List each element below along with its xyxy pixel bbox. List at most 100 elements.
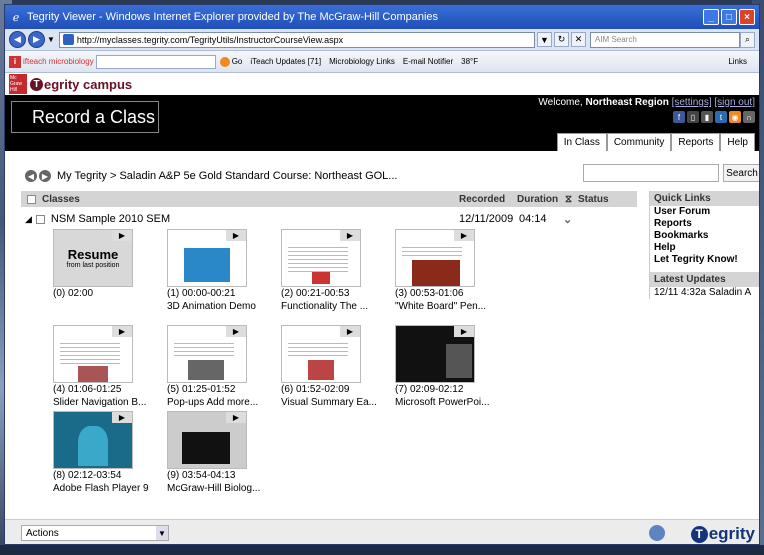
thumbnail[interactable]: ▶ (2) 00:21-00:53 Functionality The ... [281,229,391,313]
back-nav-icon[interactable]: ◀ [25,170,37,182]
search-input[interactable] [583,164,719,182]
thumb-title: Pop-ups Add more... [167,397,259,408]
tab-in-class[interactable]: In Class [556,133,607,151]
sign-out-link[interactable]: [sign out] [714,97,755,108]
thumb-title: Microsoft PowerPoi... [395,397,490,408]
latest-update-item[interactable]: 12/11 4:32a Saladin A [650,287,759,299]
quick-link-help[interactable]: Help [650,242,759,254]
col-duration[interactable]: Duration [517,194,558,205]
sort-icon[interactable]: ⧖ [565,194,572,205]
search-icon[interactable]: ⌕ [740,31,755,48]
quick-link-feedback[interactable]: Let Tegrity Know! [650,254,759,266]
stop-icon[interactable]: ✕ [571,32,586,47]
class-name[interactable]: NSM Sample 2010 SEM [51,213,170,225]
col-status[interactable]: Status [578,194,609,205]
play-icon[interactable]: ▶ [226,326,246,337]
latest-updates-title: Latest Updates [650,272,759,287]
play-icon[interactable]: ▶ [226,230,246,241]
play-icon[interactable]: ▶ [226,412,246,423]
tab-community[interactable]: Community [606,133,672,151]
thumbnail[interactable]: ▶ (8) 02:12-03:54 Adobe Flash Player 9 [53,411,163,495]
window-title: Tegrity Viewer - Windows Internet Explor… [27,11,439,23]
thumbnail-resume[interactable]: ▶ Resume from last position (0) 02:00 [53,229,163,300]
rss-icon[interactable]: ◉ [729,111,741,123]
tab-reports[interactable]: Reports [671,133,721,151]
quick-link-bookmarks[interactable]: Bookmarks [650,230,759,242]
collapse-icon[interactable]: ◢ [25,214,32,225]
select-all-checkbox[interactable] [27,194,36,204]
social-icons: f ▯ ▮ t ◉ ∩ [673,111,755,123]
thumb-title: Slider Navigation B... [53,397,147,408]
aim-search-input[interactable]: AIM Search [590,31,740,48]
thumb-title: 3D Animation Demo [167,301,256,312]
class-date: 12/11/2009 [459,213,514,225]
settings-link[interactable]: [settings] [672,97,712,108]
thumbnail[interactable]: ▶ (1) 00:00-00:21 3D Animation Demo [167,229,277,313]
thumbnail[interactable]: ▶ (5) 01:25-01:52 Pop-ups Add more... [167,325,277,409]
forward-nav-icon[interactable]: ▶ [39,170,51,182]
chevron-down-icon: ▼ [156,526,168,540]
toolbar-weather[interactable]: 38°F [461,57,478,66]
resume-label: Resume [67,247,119,262]
play-icon[interactable]: ▶ [340,230,360,241]
play-icon[interactable]: ▶ [112,412,132,423]
thumb-time: (5) 01:25-01:52 [167,384,236,395]
search-button[interactable]: Search [723,164,759,182]
url-dropdown-icon[interactable]: ▼ [537,32,552,47]
tegrity-footer-logo: Tegrity [690,524,755,544]
play-icon[interactable]: ▶ [454,326,474,337]
tegrity-t-icon: T [690,525,708,543]
col-recorded[interactable]: Recorded [459,194,505,205]
col-classes[interactable]: Classes [42,194,80,205]
toolbar-go-button[interactable]: Go [219,56,242,67]
mcgraw-hill-logo: Mc Graw Hill [9,74,27,94]
maximize-button[interactable]: □ [721,9,737,25]
toolbar-email[interactable]: E-mail Notifier [403,57,453,66]
toolbar-brand: ifteach microbiology [23,57,94,66]
back-icon[interactable]: ◀ [9,31,26,48]
breadcrumb-text[interactable]: My Tegrity > Saladin A&P 5e Gold Standar… [57,170,397,182]
play-icon[interactable]: ▶ [454,230,474,241]
thumbnail[interactable]: ▶ (3) 00:53-01:06 "White Board" Pen... [395,229,505,313]
minimize-button[interactable]: _ [703,9,719,25]
nav-dropdown-icon[interactable]: ▼ [47,35,55,44]
podcast-icon[interactable]: ∩ [743,111,755,123]
nav-tabs: In Class Community Reports Help [556,133,755,151]
close-button[interactable]: × [739,9,755,25]
thumbnail[interactable]: ▶ (6) 01:52-02:09 Visual Summary Ea... [281,325,391,409]
url-field[interactable]: http://myclasses.tegrity.com/TegrityUtil… [58,31,535,48]
twitter-icon[interactable]: t [715,111,727,123]
quick-links-panel: Quick Links User Forum Reports Bookmarks… [649,191,759,299]
refresh-icon[interactable]: ↻ [554,32,569,47]
ipod-icon[interactable]: ▮ [701,111,713,123]
actions-dropdown[interactable]: Actions ▼ [21,525,169,541]
row-checkbox[interactable] [35,214,45,224]
thumbnail[interactable]: ▶ (9) 03:54-04:13 McGraw-Hill Biolog... [167,411,277,495]
thumb-time: (8) 02:12-03:54 [53,470,122,481]
address-bar: ◀ ▶ ▼ http://myclasses.tegrity.com/Tegri… [5,29,759,51]
thumbnail[interactable]: ▶ (4) 01:06-01:25 Slider Navigation B... [53,325,163,409]
go-icon [219,56,230,67]
play-icon[interactable]: ▶ [112,326,132,337]
toolbar-updates[interactable]: iTeach Updates [71] [250,57,321,66]
forward-icon[interactable]: ▶ [28,31,45,48]
play-icon[interactable]: ▶ [340,326,360,337]
class-duration: 04:14 [519,213,547,225]
user-icon[interactable] [649,525,665,541]
class-row[interactable]: ◢ NSM Sample 2010 SEM 12/11/2009 04:14 ⌄ [25,211,633,227]
thumb-title: Adobe Flash Player 9 [53,483,149,494]
thumbnail[interactable]: ▶ (7) 02:09-02:12 Microsoft PowerPoi... [395,325,505,409]
toolbar-search-input[interactable] [95,54,216,69]
facebook-icon[interactable]: f [673,111,685,123]
quick-link-reports[interactable]: Reports [650,218,759,230]
ie-icon: ℯ [12,11,20,24]
thumb-time: (7) 02:09-02:12 [395,384,464,395]
play-icon[interactable]: ▶ [112,230,132,241]
tab-help[interactable]: Help [720,133,755,151]
toolbar-links[interactable]: Links [728,57,747,66]
mobile-icon[interactable]: ▯ [687,111,699,123]
toolbar-micro-links[interactable]: Microbiology Links [329,57,395,66]
expand-chevron-icon[interactable]: ⌄ [563,213,572,226]
iteach-logo-icon: i [9,55,21,68]
quick-link-user-forum[interactable]: User Forum [650,206,759,218]
